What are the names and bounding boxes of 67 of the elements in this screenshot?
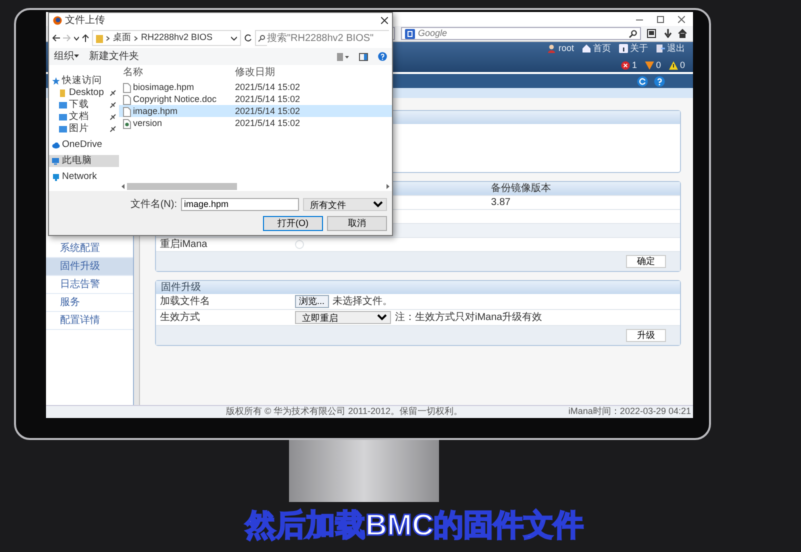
nav-item-label: Network	[62, 170, 97, 184]
nav-item-label: 下载	[69, 98, 89, 111]
panel-header: 固件升级	[156, 281, 680, 294]
column-header[interactable]: 修改日期	[235, 65, 392, 80]
nav-tree-item[interactable]: OneDrive	[49, 139, 119, 151]
breadcrumb-item[interactable]: 桌面	[113, 31, 131, 45]
header-link[interactable]: 退出	[656, 42, 685, 56]
new-folder-button[interactable]: 新建文件夹	[89, 49, 139, 64]
header-link[interactable]: 关于	[619, 42, 648, 56]
file-name: biosimage.hpm	[133, 81, 194, 94]
nav-tree-item[interactable]: 文档	[49, 111, 119, 123]
filename-label: 文件名(N):	[130, 198, 177, 212]
alarm-count: 0	[680, 58, 685, 72]
nav-tree-item[interactable]: Desktop	[49, 87, 119, 99]
mode-select[interactable]: 立即重启	[295, 311, 391, 324]
nav-item-label: 快速访问	[62, 74, 102, 88]
file-name: image.hpm	[133, 105, 178, 118]
breadcrumb-item[interactable]: RH2288hv2 BIOS	[141, 31, 213, 45]
field-label: 加载文件名	[159, 294, 211, 309]
nav-tree-item[interactable]: Network	[49, 171, 119, 183]
dialog-button[interactable]: 取消	[327, 216, 387, 231]
alarm-count: 1	[632, 58, 637, 72]
nav-item-label: 图片	[69, 122, 89, 136]
file-row[interactable]: Copyright Notice.doc 2021/5/14 15:02	[119, 93, 392, 105]
file-row[interactable]: biosimage.hpm 2021/5/14 15:02	[119, 81, 392, 93]
file-date: 2021/5/14 15:02	[235, 93, 302, 106]
file-type-select[interactable]: 所有文件	[303, 198, 387, 211]
note-text: 注：生效方式只对iMana升级有效	[395, 310, 542, 325]
file-row[interactable]: image.hpm 2021/5/14 15:02	[119, 105, 392, 117]
nav-item-label: Desktop	[69, 86, 104, 99]
column-header[interactable]: 名称	[123, 65, 235, 80]
header-cell: 备份镜像版本	[487, 182, 680, 196]
file-date: 2021/5/14 15:02	[235, 117, 302, 130]
file-date: 2021/5/14 15:02	[235, 105, 302, 118]
nav-item-label: 文档	[69, 110, 89, 123]
file-name: version	[133, 117, 162, 130]
filename-field[interactable]: image.hpm	[181, 198, 299, 211]
search-field[interactable]: Google	[401, 27, 641, 40]
header-link[interactable]: 首页	[582, 42, 611, 56]
browse-button[interactable]: 浏览...	[295, 295, 329, 308]
table-cell: 3.87	[487, 196, 680, 210]
file-row[interactable]: version 2021/5/14 15:02	[119, 117, 392, 129]
file-date: 2021/5/14 15:02	[235, 81, 302, 94]
video-subtitle: 然后加载BMC的固件文件	[244, 508, 585, 544]
address-bar[interactable]: 桌面 RH2288hv2 BIOS	[92, 30, 241, 46]
alarm-count: 0	[656, 58, 661, 72]
nav-item-label: OneDrive	[62, 138, 102, 152]
field-label: 生效方式	[159, 310, 201, 325]
upgrade-button[interactable]: 升级	[626, 329, 666, 342]
sidebar-item[interactable]: 服务	[46, 294, 133, 312]
nav-tree-item[interactable]: 此电脑	[49, 155, 119, 167]
nav-tree-item[interactable]: 图片	[49, 123, 119, 135]
nav-tree-item[interactable]: 快速访问	[49, 75, 119, 87]
dialog-button[interactable]: 打开(O)	[263, 216, 323, 231]
copyright-text: 版权所有 © 华为技术有限公司 2011-2012。保留一切权利。	[226, 405, 463, 418]
organize-menu[interactable]: 组织	[54, 49, 79, 64]
sidebar-item[interactable]: 日志告警	[46, 276, 133, 294]
sidebar-item[interactable]: 固件升级	[46, 258, 133, 276]
sidebar-item[interactable]: 配置详情	[46, 312, 133, 330]
header-link[interactable]: root	[547, 42, 574, 56]
file-status: 未选择文件。	[332, 294, 393, 309]
nav-item-label: 此电脑	[62, 154, 92, 168]
file-name: Copyright Notice.doc	[133, 93, 217, 106]
confirm-button[interactable]: 确定	[626, 255, 666, 268]
nav-tree-item[interactable]: 下载	[49, 99, 119, 111]
server-time: iMana时间：2022-03-29 04:21	[568, 405, 691, 418]
dialog-title: 文件上传	[65, 14, 105, 28]
